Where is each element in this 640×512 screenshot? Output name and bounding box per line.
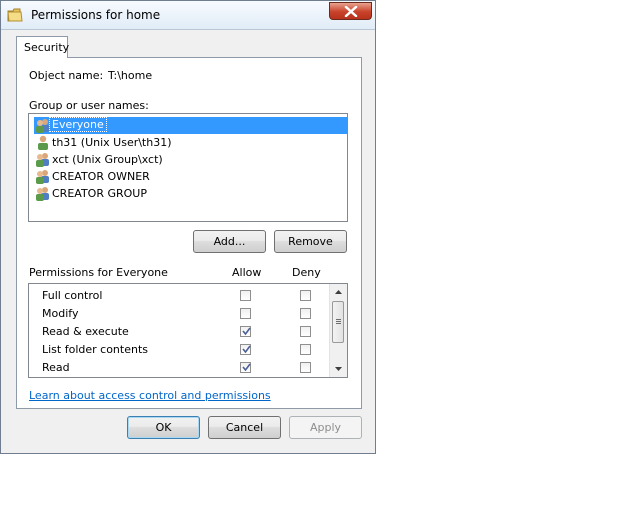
list-item-creator-group[interactable]: CREATOR GROUP bbox=[34, 185, 347, 202]
close-button[interactable] bbox=[329, 2, 372, 20]
ok-button[interactable]: OK bbox=[127, 416, 200, 439]
permission-row-read-execute: Read & execute bbox=[29, 323, 329, 341]
tab-security-label: Security bbox=[24, 41, 70, 54]
list-item-label: CREATOR OWNER bbox=[52, 170, 150, 183]
checkmark-icon bbox=[242, 345, 251, 354]
list-item-xct[interactable]: xct (Unix Group\xct) bbox=[34, 151, 347, 168]
checkmark-icon bbox=[242, 327, 251, 336]
permission-name: Read & execute bbox=[42, 325, 129, 338]
window-title: Permissions for home bbox=[31, 8, 161, 22]
allow-checkbox[interactable] bbox=[240, 308, 251, 319]
deny-checkbox[interactable] bbox=[300, 344, 311, 355]
list-item-label: CREATOR GROUP bbox=[52, 187, 147, 200]
permission-row-modify: Modify bbox=[29, 305, 329, 323]
permission-row-list-folder: List folder contents bbox=[29, 341, 329, 359]
folder-icon bbox=[7, 8, 23, 22]
deny-header: Deny bbox=[292, 266, 321, 279]
users-icon bbox=[36, 153, 49, 167]
group-names-label: Group or user names: bbox=[29, 99, 149, 112]
permission-row-full-control: Full control bbox=[29, 287, 329, 305]
allow-checkbox[interactable] bbox=[240, 344, 251, 355]
cancel-button[interactable]: Cancel bbox=[208, 416, 281, 439]
scroll-up-icon[interactable] bbox=[330, 284, 347, 301]
permission-name: Full control bbox=[42, 289, 103, 302]
permissions-label: Permissions for Everyone bbox=[29, 266, 168, 279]
object-name-label: Object name: bbox=[29, 69, 104, 82]
object-name-value: T:\home bbox=[108, 69, 153, 82]
title-bar[interactable]: Permissions for home bbox=[1, 1, 375, 30]
list-item-creator-owner[interactable]: CREATOR OWNER bbox=[34, 168, 347, 185]
users-icon bbox=[36, 119, 49, 133]
list-item-th31[interactable]: th31 (Unix User\th31) bbox=[34, 134, 347, 151]
deny-checkbox[interactable] bbox=[300, 326, 311, 337]
apply-button[interactable]: Apply bbox=[289, 416, 362, 439]
list-item-label: Everyone bbox=[49, 117, 107, 132]
permission-name: Read bbox=[42, 361, 70, 374]
permission-row-read: Read bbox=[29, 359, 329, 377]
users-icon bbox=[36, 170, 49, 184]
scrollbar-thumb[interactable] bbox=[332, 301, 344, 343]
checkmark-icon bbox=[242, 363, 251, 372]
deny-checkbox[interactable] bbox=[300, 290, 311, 301]
users-icon bbox=[36, 187, 49, 201]
user-icon bbox=[38, 135, 48, 150]
add-button[interactable]: Add... bbox=[193, 230, 266, 253]
permissions-scrollbar[interactable] bbox=[329, 284, 347, 377]
list-item-everyone[interactable]: Everyone bbox=[34, 117, 347, 134]
permissions-list: Full control Modify Read & execute List … bbox=[28, 283, 348, 378]
allow-checkbox[interactable] bbox=[240, 326, 251, 337]
remove-button[interactable]: Remove bbox=[274, 230, 347, 253]
permission-name: List folder contents bbox=[42, 343, 148, 356]
allow-checkbox[interactable] bbox=[240, 362, 251, 373]
deny-checkbox[interactable] bbox=[300, 308, 311, 319]
tab-security[interactable]: Security bbox=[16, 36, 70, 58]
deny-checkbox[interactable] bbox=[300, 362, 311, 373]
permission-name: Modify bbox=[42, 307, 79, 320]
access-control-help-link[interactable]: Learn about access control and permissio… bbox=[29, 389, 271, 402]
allow-header: Allow bbox=[232, 266, 262, 279]
group-user-listbox[interactable]: Everyone th31 (Unix User\th31) xct (Unix… bbox=[28, 113, 348, 222]
list-item-label: xct (Unix Group\xct) bbox=[52, 153, 163, 166]
close-icon bbox=[344, 6, 358, 17]
scroll-down-icon[interactable] bbox=[330, 360, 347, 377]
list-item-label: th31 (Unix User\th31) bbox=[52, 136, 172, 149]
allow-checkbox[interactable] bbox=[240, 290, 251, 301]
